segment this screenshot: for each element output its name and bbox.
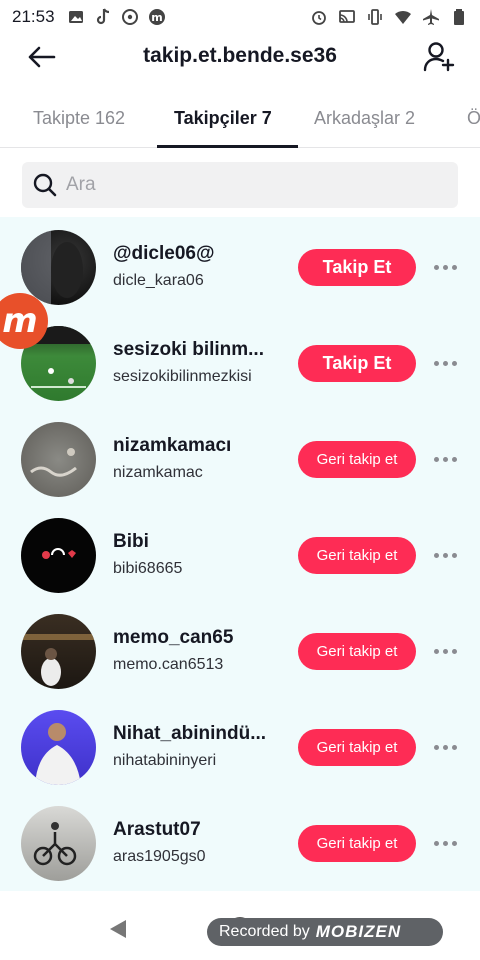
more-icon: [433, 264, 439, 270]
avatar[interactable]: [21, 710, 96, 785]
status-right-icons: [310, 8, 468, 26]
follower-handle: memo.can6513: [113, 656, 224, 673]
recording-text: Recorded by: [219, 923, 310, 940]
chat-icon: [121, 8, 139, 26]
follower-name: memo_can65: [113, 627, 234, 648]
more-options-button[interactable]: [428, 447, 462, 471]
more-options-button[interactable]: [428, 543, 462, 567]
cast-icon: [338, 8, 356, 26]
avatar[interactable]: [21, 230, 96, 305]
more-options-button[interactable]: [428, 255, 462, 279]
more-options-button[interactable]: [428, 831, 462, 855]
tab-friends[interactable]: Arkadaşlar 2: [314, 108, 415, 129]
mobizen-logo: m: [2, 301, 38, 341]
search-input[interactable]: [66, 174, 426, 196]
more-icon: [433, 648, 439, 654]
tab-followers[interactable]: Takipçiler 7: [174, 108, 272, 129]
follower-name: sesizoki bilinm...: [113, 339, 264, 360]
follow-back-button[interactable]: Geri takip et: [298, 729, 416, 766]
list-item[interactable]: sesizoki bilinm... sesizokibilinmezkisi …: [0, 313, 480, 409]
list-item[interactable]: Arastut07 aras1905gs0 Geri takip et: [0, 793, 480, 889]
follower-handle: nihatabininyeri: [113, 752, 217, 769]
list-item[interactable]: Bibi bibi68665 Geri takip et: [0, 505, 480, 601]
list-item[interactable]: @dicle06@ dicle_kara06 Takip Et: [0, 217, 480, 313]
list-item[interactable]: memo_can65 memo.can6513 Geri takip et: [0, 601, 480, 697]
page-title: takip.et.bende.se36: [143, 44, 337, 67]
nav-back-icon[interactable]: [106, 918, 128, 940]
tab-more[interactable]: Ö: [467, 108, 480, 129]
mobizen-icon: m: [148, 8, 166, 26]
image-icon: [67, 8, 85, 26]
active-tab-indicator: [157, 145, 298, 148]
tab-following[interactable]: Takipte 162: [33, 108, 125, 129]
svg-text:m: m: [151, 11, 162, 24]
follower-handle: sesizokibilinmezkisi: [113, 368, 252, 385]
follower-name: @dicle06@: [113, 243, 215, 264]
add-friend-button[interactable]: [420, 38, 458, 76]
recording-watermark: Recorded by MOBIZEN: [207, 918, 443, 946]
status-time: 21:53: [12, 7, 55, 26]
alarm-icon: [310, 8, 328, 26]
search-bar[interactable]: [22, 162, 458, 208]
avatar[interactable]: [21, 422, 96, 497]
more-icon: [433, 456, 439, 462]
status-left-icons: m: [67, 8, 166, 26]
more-icon: [433, 744, 439, 750]
more-options-button[interactable]: [428, 639, 462, 663]
more-options-button[interactable]: [428, 735, 462, 759]
avatar[interactable]: [21, 518, 96, 593]
person-plus-icon: [423, 42, 455, 72]
recording-brand: MOBIZEN: [315, 922, 402, 941]
follower-name: Bibi: [113, 531, 149, 552]
status-bar: 21:53 m: [0, 0, 480, 34]
follow-back-button[interactable]: Geri takip et: [298, 537, 416, 574]
wifi-icon: [394, 8, 412, 26]
follow-back-button[interactable]: Geri takip et: [298, 441, 416, 478]
header: takip.et.bende.se36: [0, 34, 480, 80]
follow-back-button[interactable]: Geri takip et: [298, 633, 416, 670]
avatar[interactable]: [21, 806, 96, 881]
follower-name: nizamkamacı: [113, 435, 232, 456]
more-options-button[interactable]: [428, 351, 462, 375]
follow-button[interactable]: Takip Et: [298, 249, 416, 286]
follow-button[interactable]: Takip Et: [298, 345, 416, 382]
follower-handle: nizamkamac: [113, 464, 203, 481]
follower-handle: aras1905gs0: [113, 848, 206, 865]
more-icon: [433, 840, 439, 846]
vibrate-icon: [366, 8, 384, 26]
follower-handle: bibi68665: [113, 560, 183, 577]
tiktok-icon: [94, 8, 112, 26]
follow-back-button[interactable]: Geri takip et: [298, 825, 416, 862]
list-item[interactable]: nizamkamacı nizamkamac Geri takip et: [0, 409, 480, 505]
more-icon: [433, 552, 439, 558]
list-item[interactable]: Nihat_abinindü... nihatabininyeri Geri t…: [0, 697, 480, 793]
follower-list: @dicle06@ dicle_kara06 Takip Et sesizoki…: [0, 217, 480, 891]
avatar[interactable]: [21, 614, 96, 689]
more-icon: [433, 360, 439, 366]
follower-name: Arastut07: [113, 819, 201, 840]
battery-icon: [450, 8, 468, 26]
search-icon: [33, 173, 57, 197]
tab-bar: Takipte 162 Takipçiler 7 Arkadaşlar 2 Ö: [0, 96, 480, 148]
airplane-icon: [422, 8, 440, 26]
follower-name: Nihat_abinindü...: [113, 723, 267, 744]
follower-handle: dicle_kara06: [113, 272, 204, 289]
